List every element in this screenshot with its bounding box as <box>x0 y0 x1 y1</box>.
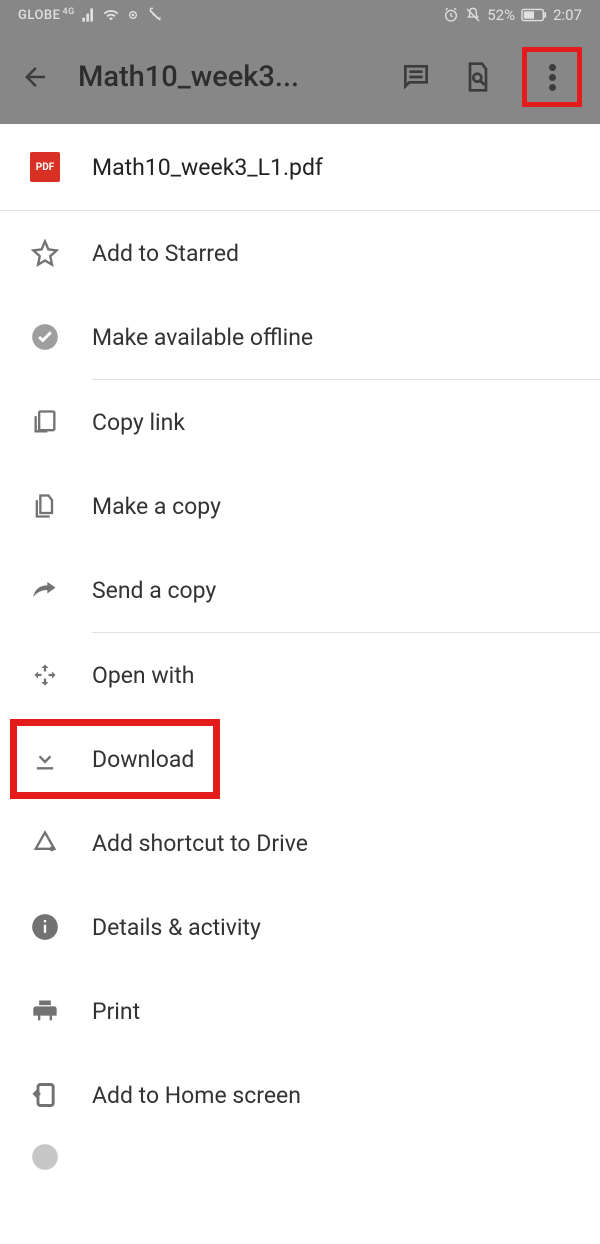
menu-label: Open with <box>92 662 194 689</box>
alarm-icon <box>443 7 459 23</box>
menu-open-with[interactable]: Open with <box>0 633 600 717</box>
add-home-icon <box>30 1080 60 1110</box>
file-header: PDF Math10_week3_L1.pdf <box>0 124 600 210</box>
menu-label: Add shortcut to Drive <box>92 830 308 857</box>
menu-available-offline[interactable]: Make available offline <box>0 295 600 379</box>
menu-copy-link[interactable]: Copy link <box>0 380 600 464</box>
no-call-icon <box>147 7 163 23</box>
menu-download[interactable]: Download <box>0 717 600 801</box>
status-bar: GLOBE 4G 52% 2:07 <box>0 0 600 30</box>
menu-label: Send a copy <box>92 577 216 604</box>
wifi-icon <box>103 7 119 23</box>
carrier-label: GLOBE <box>18 8 60 23</box>
copy-link-icon <box>30 407 60 437</box>
menu-truncated[interactable] <box>0 1137 600 1177</box>
menu-label: Make available offline <box>92 324 313 351</box>
menu-label: Details & activity <box>92 914 261 941</box>
dnd-icon <box>465 7 481 23</box>
pdf-icon: PDF <box>30 152 60 182</box>
more-vert-icon <box>549 61 556 94</box>
menu-details[interactable]: Details & activity <box>0 885 600 969</box>
network-type: 4G <box>62 7 74 17</box>
menu-label: Make a copy <box>92 493 221 520</box>
open-with-icon <box>30 660 60 690</box>
menu-send-copy[interactable]: Send a copy <box>0 548 600 632</box>
menu-make-copy[interactable]: Make a copy <box>0 464 600 548</box>
status-left: GLOBE 4G <box>18 7 163 23</box>
menu-label: Copy link <box>92 409 185 436</box>
battery-icon <box>521 8 547 22</box>
bottom-sheet: PDF Math10_week3_L1.pdf Add to Starred M… <box>0 124 600 1177</box>
eye-icon <box>125 7 141 23</box>
star-icon <box>30 238 60 268</box>
make-copy-icon <box>30 491 60 521</box>
more-options-button[interactable] <box>524 49 580 105</box>
drive-shortcut-icon <box>30 828 60 858</box>
app-bar: Math10_week3... <box>0 30 600 124</box>
send-icon <box>30 575 60 605</box>
find-in-page-icon[interactable] <box>462 61 494 93</box>
battery-percent: 52% <box>487 6 515 24</box>
info-icon <box>30 912 60 942</box>
page-title: Math10_week3... <box>78 60 372 94</box>
check-circle-icon <box>30 322 60 352</box>
download-icon <box>30 744 60 774</box>
toolbar-icons <box>400 49 580 105</box>
menu-label: Print <box>92 998 140 1025</box>
menu-add-shortcut[interactable]: Add shortcut to Drive <box>0 801 600 885</box>
menu-label: Add to Home screen <box>92 1082 301 1109</box>
generic-icon <box>30 1142 60 1172</box>
signal-icon <box>81 7 97 23</box>
print-icon <box>30 996 60 1026</box>
clock-time: 2:07 <box>553 6 582 24</box>
file-name: Math10_week3_L1.pdf <box>92 154 323 181</box>
menu-add-home[interactable]: Add to Home screen <box>0 1053 600 1137</box>
menu-label: Download <box>92 746 194 773</box>
status-right: 52% 2:07 <box>443 6 582 24</box>
menu-print[interactable]: Print <box>0 969 600 1053</box>
menu-add-starred[interactable]: Add to Starred <box>0 211 600 295</box>
comment-icon[interactable] <box>400 61 432 93</box>
menu-label: Add to Starred <box>92 240 239 267</box>
back-icon[interactable] <box>20 62 50 92</box>
